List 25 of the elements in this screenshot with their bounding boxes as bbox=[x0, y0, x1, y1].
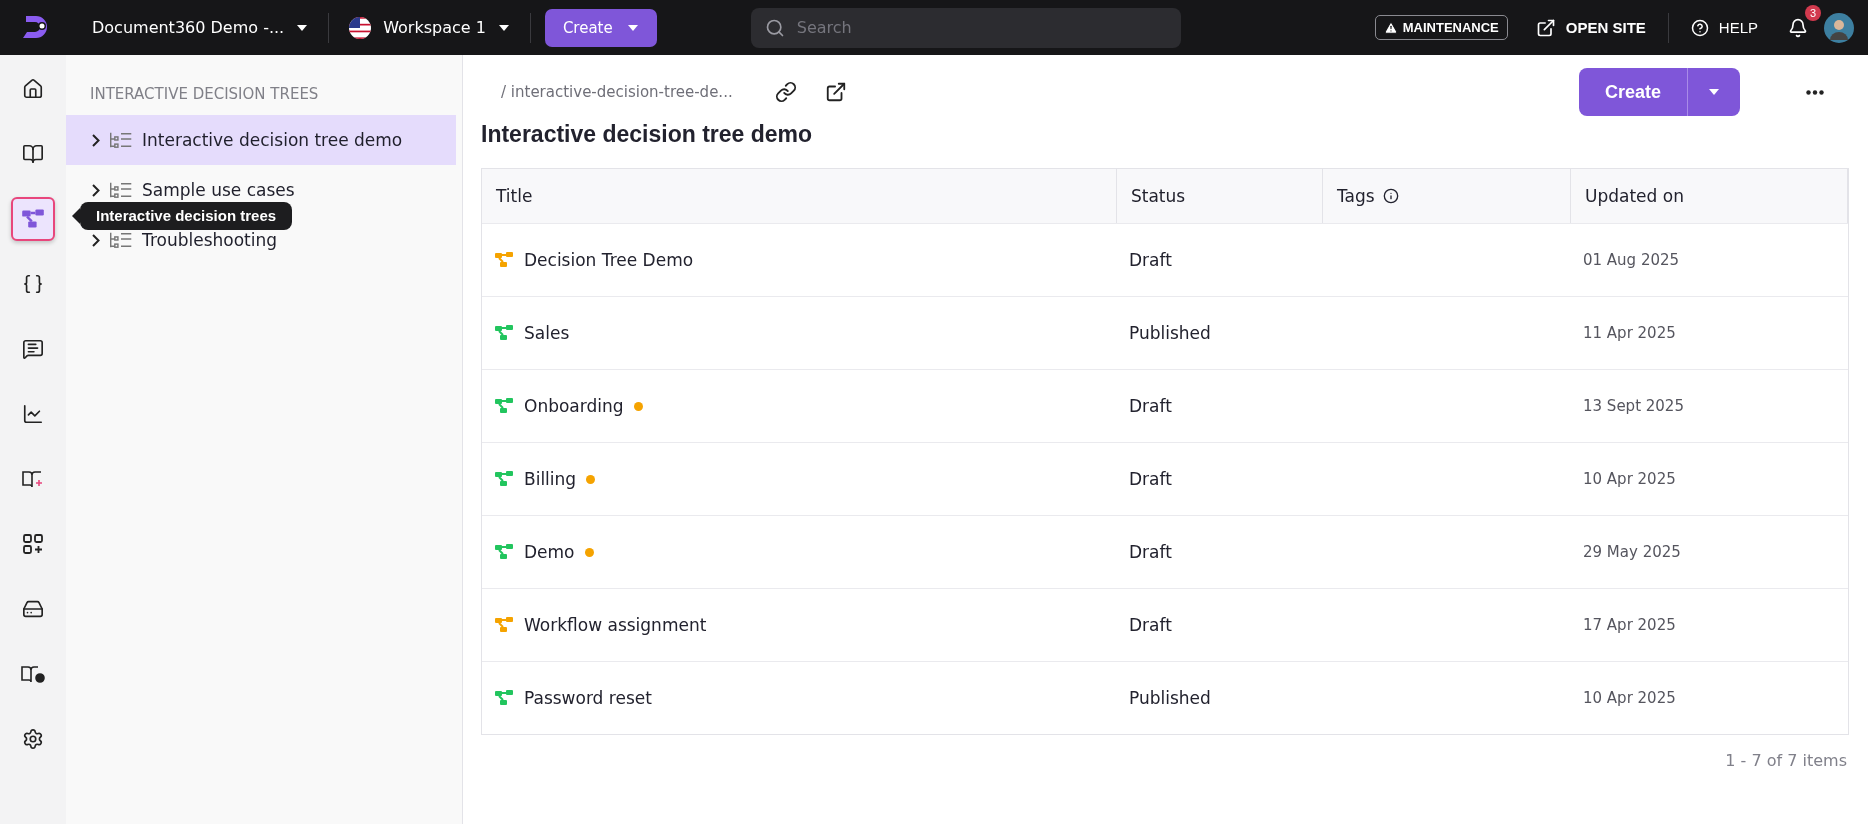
column-label: Title bbox=[496, 186, 533, 206]
status-text: Published bbox=[1129, 688, 1211, 708]
column-label: Tags bbox=[1337, 186, 1375, 206]
page-title: Interactive decision tree demo bbox=[481, 121, 814, 148]
pagination-text: 1 - 7 of 7 items bbox=[1725, 751, 1847, 770]
status-text: Draft bbox=[1129, 250, 1172, 270]
status-text: Draft bbox=[1129, 396, 1172, 416]
status-text: Draft bbox=[1129, 542, 1172, 562]
date-text: 01 Aug 2025 bbox=[1583, 251, 1680, 269]
tree-heading: INTERACTIVE DECISION TREES bbox=[89, 85, 320, 103]
tree-item-label: Sample use cases bbox=[142, 180, 295, 200]
tree-item-label: Interactive decision tree demo bbox=[142, 130, 403, 150]
status-text: Draft bbox=[1129, 615, 1172, 635]
status-text: Draft bbox=[1129, 469, 1172, 489]
date-text: 10 Apr 2025 bbox=[1583, 470, 1676, 488]
date-text: 11 Apr 2025 bbox=[1583, 324, 1676, 342]
date-text: 13 Sept 2025 bbox=[1583, 397, 1684, 415]
column-label: Updated on bbox=[1585, 186, 1684, 206]
tree-item-label: Troubleshooting bbox=[142, 230, 278, 250]
date-text: 17 Apr 2025 bbox=[1583, 616, 1676, 634]
column-label: Status bbox=[1131, 186, 1186, 206]
notification-count: 3 bbox=[1805, 4, 1821, 21]
status-text: Published bbox=[1129, 323, 1211, 343]
date-text: 10 Apr 2025 bbox=[1583, 689, 1676, 707]
date-text: 29 May 2025 bbox=[1583, 543, 1681, 561]
